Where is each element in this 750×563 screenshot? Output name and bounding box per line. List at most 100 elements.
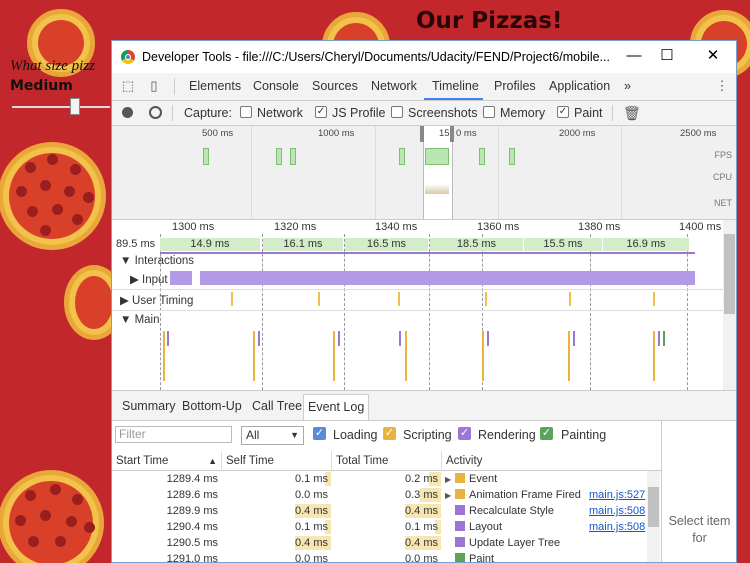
size-slider-track[interactable] — [12, 106, 110, 108]
capture-label: Capture: — [184, 106, 232, 120]
capture-paint-checkbox[interactable]: ✓ — [557, 106, 569, 118]
selection-handle-right[interactable] — [450, 126, 454, 142]
start-time-cell: 1290.5 ms — [166, 537, 218, 549]
painting-checkbox[interactable]: ✓ — [540, 427, 553, 440]
user-timing-track-label[interactable]: ▶ User Timing — [120, 293, 193, 307]
overview-selection[interactable] — [423, 126, 453, 219]
table-row[interactable]: 1289.9 ms 0.4 ms 0.4 ms Recalculate Style ma… — [112, 503, 647, 519]
tab-profiles[interactable]: Profiles — [494, 79, 536, 93]
timeline-overview[interactable]: 500 ms 1000 ms 15 0 ms 2000 ms 2500 ms F… — [112, 126, 736, 220]
flame-tick: 1300 ms — [172, 221, 215, 233]
frame-block[interactable]: 16.5 ms — [345, 238, 428, 251]
duration-select[interactable]: All ▼ — [241, 426, 304, 445]
interactions-track-label[interactable]: ▼ Interactions — [120, 255, 194, 267]
total-time-cell: 0.4 ms — [404, 505, 438, 517]
table-row[interactable]: 1290.4 ms 0.1 ms 0.1 ms Layout main.js:508 — [112, 519, 647, 535]
window-titlebar[interactable]: Developer Tools - file:///C:/Users/Chery… — [112, 41, 736, 73]
column-self-time[interactable]: Self Time — [222, 451, 332, 471]
scripting-checkbox[interactable]: ✓ — [383, 427, 396, 440]
flame-scrollbar-thumb[interactable] — [724, 234, 735, 314]
expand-arrow-icon[interactable]: ▶ — [445, 472, 455, 488]
capture-jsprofile-label: JS Profile — [332, 106, 386, 120]
activity-cell: Recalculate Style — [445, 503, 554, 519]
table-scrollbar-thumb[interactable] — [648, 487, 659, 527]
filter-input[interactable]: Filter — [115, 426, 232, 443]
table-row[interactable]: 1290.5 ms 0.4 ms 0.4 ms Update Layer Tree — [112, 535, 647, 551]
input-track-label[interactable]: ▶ Input — [130, 272, 168, 286]
close-button[interactable]: ✕ — [698, 45, 728, 67]
start-time-cell: 1289.4 ms — [166, 473, 218, 485]
tab-sources[interactable]: Sources — [312, 79, 358, 93]
select-item-hint: Select item for — [668, 514, 731, 545]
capture-memory-checkbox[interactable] — [483, 106, 495, 118]
frame-block[interactable]: 16.1 ms — [263, 238, 343, 251]
record-icon[interactable] — [122, 107, 133, 118]
flame-chart[interactable]: 1300 ms 1320 ms 1340 ms 1360 ms 1380 ms … — [112, 220, 723, 390]
kebab-menu-icon[interactable]: ⋮ — [715, 79, 729, 93]
selection-handle-left[interactable] — [420, 126, 424, 142]
more-tabs-button[interactable]: » — [624, 79, 631, 93]
tab-console[interactable]: Console — [253, 79, 299, 93]
trash-icon[interactable]: 🗑 — [623, 105, 641, 122]
tab-application[interactable]: Application — [549, 79, 610, 93]
flame-tick: 1320 ms — [274, 221, 317, 233]
frame-block[interactable]: 16.9 ms — [603, 238, 689, 251]
fps-label: FPS — [714, 150, 732, 160]
minimize-button[interactable]: — — [619, 45, 649, 67]
column-total-time[interactable]: Total Time — [332, 451, 442, 471]
table-row[interactable]: 1289.4 ms 0.1 ms 0.2 ms ▶ Event — [112, 471, 647, 487]
column-activity[interactable]: Activity — [442, 451, 661, 471]
category-swatch — [455, 489, 465, 499]
source-link[interactable]: main.js:508 — [589, 519, 645, 535]
tab-summary[interactable]: Summary — [122, 399, 175, 413]
flame-tick: 1400 ms — [679, 221, 722, 233]
flame-tick: 1360 ms — [477, 221, 520, 233]
maximize-button[interactable]: ☐ — [652, 45, 682, 67]
net-label: NET — [714, 198, 732, 208]
input-event-bar[interactable] — [170, 271, 192, 285]
table-row[interactable]: 1289.6 ms 0.0 ms 0.3 ms ▶ Animation Frame Fi… — [112, 487, 647, 503]
tab-event-log[interactable]: Event Log — [303, 394, 370, 420]
rendering-checkbox[interactable]: ✓ — [458, 427, 471, 440]
main-track-label[interactable]: ▼ Main — [120, 314, 160, 326]
frame-block[interactable]: 14.9 ms — [160, 238, 260, 251]
tab-elements[interactable]: Elements — [189, 79, 241, 93]
scripting-label: Scripting — [403, 428, 452, 442]
tab-timeline[interactable]: Timeline — [432, 79, 479, 93]
capture-network-label: Network — [257, 106, 303, 120]
tab-call-tree[interactable]: Call Tree — [252, 399, 302, 413]
frame-block[interactable]: 15.5 ms — [524, 238, 602, 251]
flame-tick: 1340 ms — [375, 221, 418, 233]
inspect-element-icon[interactable]: ⬚ — [121, 79, 135, 93]
self-time-cell: 0.4 ms — [294, 537, 328, 549]
frame-block[interactable]: 18.5 ms — [430, 238, 523, 251]
device-toolbar-icon[interactable]: ▯ — [147, 79, 161, 93]
source-link[interactable]: main.js:508 — [589, 503, 645, 519]
category-swatch — [455, 537, 465, 547]
devtools-window: Developer Tools - file:///C:/Users/Chery… — [111, 40, 737, 563]
activity-cell: Layout — [445, 519, 502, 535]
total-time-cell: 0.4 ms — [404, 537, 438, 549]
tab-bottom-up[interactable]: Bottom-Up — [182, 399, 242, 413]
table-row[interactable]: 1291.0 ms 0.0 ms 0.0 ms Paint — [112, 551, 647, 563]
input-event-bar[interactable] — [200, 271, 695, 285]
details-tabbar: Summary Bottom-Up Call Tree Event Log — [112, 390, 736, 421]
details-side-pane: Select item for — [661, 421, 736, 562]
column-start-time[interactable]: Start Time ▲ — [112, 451, 222, 471]
source-link[interactable]: main.js:527 — [589, 487, 645, 503]
self-time-cell: 0.1 ms — [294, 473, 328, 485]
event-log-filterbar: Filter All ▼ ✓ Loading ✓ Scripting ✓ Rend… — [112, 421, 661, 451]
capture-network-checkbox[interactable] — [240, 106, 252, 118]
clear-icon[interactable] — [149, 106, 162, 119]
size-slider-thumb[interactable] — [70, 98, 80, 115]
overview-tick: 15 — [439, 128, 450, 139]
activity-cell: ▶ Animation Frame Fired — [445, 487, 581, 503]
loading-checkbox[interactable]: ✓ — [313, 427, 326, 440]
capture-screenshots-checkbox[interactable] — [391, 106, 403, 118]
expand-arrow-icon[interactable]: ▶ — [445, 488, 455, 504]
self-time-cell: 0.0 ms — [294, 489, 328, 501]
window-title: Developer Tools - file:///C:/Users/Chery… — [142, 50, 610, 64]
capture-jsprofile-checkbox[interactable]: ✓ — [315, 106, 327, 118]
tab-network[interactable]: Network — [371, 79, 417, 93]
start-time-cell: 1291.0 ms — [166, 553, 218, 563]
